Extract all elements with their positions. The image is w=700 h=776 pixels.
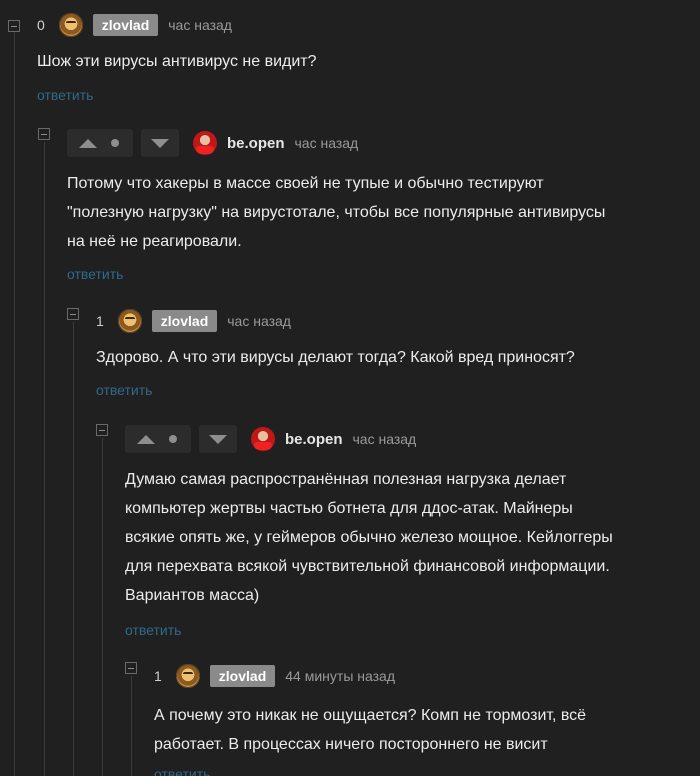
comment-text-line: на неё не реагировали.	[67, 233, 242, 250]
rating-dot-icon	[111, 139, 119, 147]
comment-header: 1 zlovlad час назад	[96, 307, 291, 335]
author-name[interactable]: be.open	[227, 135, 285, 152]
comments-thread: 0 zlovlad час назад Шож эти вирусы антив…	[0, 0, 700, 776]
comment-text-line: Думаю самая распространённая полезная на…	[125, 471, 567, 488]
comment-time[interactable]: 44 минуты назад	[285, 668, 395, 684]
comment-time[interactable]: час назад	[168, 17, 232, 33]
vote-down-box	[141, 129, 179, 157]
collapse-button[interactable]	[8, 20, 20, 32]
vote-box	[67, 129, 133, 157]
comment-text-line: для перехвата всякой чувствительной фина…	[125, 558, 610, 575]
comment-text: Шож эти вирусы антивирус не видит?	[37, 53, 317, 70]
comment-rating: 0	[37, 17, 45, 33]
reply-link[interactable]: ответить	[154, 766, 210, 776]
collapse-button[interactable]	[125, 662, 137, 674]
comment-rating: 1	[154, 668, 162, 684]
avatar[interactable]	[58, 13, 83, 37]
rating-dot-icon	[169, 435, 177, 443]
avatar[interactable]	[193, 131, 217, 155]
comment-text-line: "полезную нагрузку" на вирустотале, чтоб…	[67, 204, 606, 221]
comment-text-line: А почему это никак не ощущается? Комп не…	[154, 707, 587, 724]
comment-text: А почему это никак не ощущается? Комп не…	[154, 701, 586, 759]
author-name[interactable]: be.open	[285, 431, 343, 448]
collapse-button[interactable]	[96, 424, 108, 436]
thread-line[interactable]	[73, 322, 74, 776]
thread-line[interactable]	[44, 142, 45, 776]
vote-box	[125, 425, 191, 453]
vote-down-box	[199, 425, 237, 453]
avatar[interactable]	[251, 427, 275, 451]
comment-time[interactable]: час назад	[353, 431, 417, 447]
downvote-icon[interactable]	[151, 138, 169, 148]
comment-time[interactable]: час назад	[295, 135, 359, 151]
comment-text: Здорово. А что эти вирусы делают тогда? …	[96, 349, 575, 366]
comment-time[interactable]: час назад	[227, 313, 291, 329]
comment-text-line: Вариантов масса)	[125, 587, 260, 604]
reply-link[interactable]: ответить	[67, 266, 123, 282]
comment-text-line: Потому что хакеры в массе своей не тупые…	[67, 175, 544, 192]
reply-link[interactable]: ответить	[125, 622, 181, 638]
comment-text-line: компьютер жертвы частью ботнета для ддос…	[125, 500, 573, 517]
comment-text: Думаю самая распространённая полезная на…	[125, 465, 613, 610]
thread-line[interactable]	[102, 438, 103, 776]
comment-header: 1 zlovlad 44 минуты назад	[154, 662, 395, 690]
downvote-icon[interactable]	[209, 434, 227, 444]
avatar[interactable]	[117, 309, 142, 333]
author-name[interactable]: zlovlad	[209, 665, 276, 687]
comment-text-line: работает. В процессах ничего постороннег…	[154, 736, 548, 753]
comment-text-line: всякие опять же, у геймеров обычно желез…	[125, 529, 613, 546]
upvote-icon[interactable]	[137, 434, 155, 444]
reply-link[interactable]: ответить	[96, 382, 152, 398]
comment-header: be.open час назад	[125, 425, 416, 453]
comment-header: be.open час назад	[67, 129, 358, 157]
thread-line[interactable]	[14, 30, 15, 776]
collapse-button[interactable]	[38, 128, 50, 140]
author-name[interactable]: zlovlad	[92, 14, 159, 36]
avatar[interactable]	[175, 664, 200, 688]
comment-header: 0 zlovlad час назад	[37, 11, 232, 39]
thread-line[interactable]	[131, 676, 132, 776]
author-name[interactable]: zlovlad	[151, 310, 218, 332]
reply-link[interactable]: ответить	[37, 87, 93, 103]
comment-text: Потому что хакеры в массе своей не тупые…	[67, 169, 605, 256]
collapse-button[interactable]	[67, 308, 79, 320]
comment-rating: 1	[96, 313, 104, 329]
upvote-icon[interactable]	[79, 138, 97, 148]
